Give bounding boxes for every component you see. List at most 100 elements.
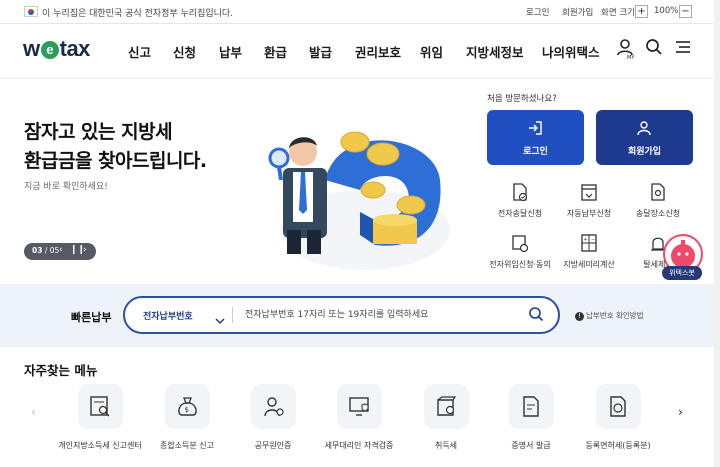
faq-item-certificate-issue[interactable]: 증명서 발급 (481, 384, 581, 451)
korea-flag-icon (24, 6, 38, 17)
service-tax-calculator[interactable]: + − 지방세미리계산 (549, 233, 629, 270)
nav-pay[interactable]: 납부 (219, 42, 242, 61)
gov-notice-bar: 이 누리집은 대한민국 공식 전자정부 누리집입니다. 로그인 회원가입 화면 … (0, 0, 720, 24)
document-check-icon (513, 183, 528, 202)
money-bag-icon: $ (177, 397, 197, 416)
faq-icon-box (595, 384, 641, 429)
login-button-label: 로그인 (523, 147, 548, 157)
monitor-shield-icon (348, 397, 369, 416)
faq-label: 공무원인증 (254, 441, 292, 450)
nav-rights[interactable]: 권리보호 (355, 42, 401, 61)
pay-number-input[interactable] (245, 306, 525, 324)
service-label: 전자위임신청·동의 (489, 260, 551, 269)
quick-pay-label: 빠른납부 (71, 311, 112, 324)
faq-prev-arrow-icon[interactable]: ‹ (31, 405, 36, 419)
faq-icon-box (250, 384, 296, 429)
service-delivery-place[interactable]: 송달장소신청 (618, 182, 698, 219)
faq-label: 개인지방소득세 신고센터 (58, 441, 142, 450)
faq-item-official-cert[interactable]: 공무원인증 (223, 384, 323, 451)
faq-item-registration-license-tax[interactable]: 등록면허세(등록분) (568, 384, 668, 451)
delegation-icon (512, 235, 529, 253)
nav-delegate[interactable]: 위임 (420, 42, 443, 61)
hero-banner: 잠자고 있는 지방세 환급금을 찾아드립니다. 지금 바로 확인하세요! 03 … (0, 80, 720, 284)
faq-label: 등록면허세(등록분) (585, 441, 651, 450)
util-signup-link[interactable]: 회원가입 (562, 6, 593, 18)
main-header: w e tax 신고 신청 납부 환급 발급 권리보호 위임 지방세정보 나의위택스… (0, 25, 720, 79)
logo-text-w: w (23, 36, 40, 61)
service-label: 자동납부신청 (566, 209, 612, 218)
svg-text:$: $ (184, 406, 188, 414)
faq-title: 자주찾는 메뉴 (24, 363, 98, 378)
service-auto-pay[interactable]: 자동납부신청 (549, 182, 629, 219)
faq-item-global-income[interactable]: $ 종합소득분 신고 (137, 384, 237, 451)
wetax-logo[interactable]: w e tax (23, 36, 90, 62)
faq-item-income-tax-center[interactable]: 개인지방소득세 신고센터 (50, 384, 150, 451)
official-person-icon (263, 397, 284, 417)
menu-icon[interactable] (674, 38, 694, 58)
zoom-in-button[interactable]: + (635, 5, 648, 18)
service-label: 전자송달신청 (497, 209, 543, 218)
util-login-link[interactable]: 로그인 (526, 6, 549, 18)
service-e-delivery[interactable]: 전자송달신청 (480, 182, 560, 219)
first-visit-question: 처음 방문하셨나요? (487, 94, 557, 104)
banner-pager: 03 / 05 ‹ ❙❙ › (24, 243, 96, 260)
service-e-delegation[interactable]: 전자위임신청·동의 (480, 233, 560, 270)
certificate-icon (522, 396, 539, 417)
nav-tax-info[interactable]: 지방세정보 (466, 42, 524, 61)
nav-apply[interactable]: 신청 (173, 42, 196, 61)
help-text: 납부번호 확인방법 (586, 311, 644, 320)
hero-title-line1: 잠자고 있는 지방세 (24, 121, 173, 143)
pager-next-icon[interactable]: › (83, 245, 87, 255)
pay-number-help-link[interactable]: ! 납부번호 확인방법 (575, 310, 644, 321)
search-icon[interactable] (645, 38, 665, 58)
logo-text-tax: tax (59, 36, 91, 61)
hero-subtitle: 지금 바로 확인하세요! (24, 182, 108, 192)
wetax-bot-label[interactable]: 위텍스봇 (662, 266, 702, 280)
svg-text:−: − (591, 237, 595, 243)
login-icon (529, 121, 542, 135)
faq-icon-box (423, 384, 469, 429)
quick-pay-section: 빠른납부 전자납부번호 !납부번호 확인방법 (0, 284, 720, 347)
signup-user-icon (637, 121, 651, 136)
service-label: 송달장소신청 (635, 209, 681, 218)
quick-pay-box: 전자납부번호 (123, 296, 560, 334)
pager-prev-icon[interactable]: ‹ (59, 245, 63, 255)
faq-label: 세무대리인 자격검증 (324, 441, 394, 450)
monitor-search-icon (89, 396, 109, 417)
zoom-level: 100% (654, 6, 679, 16)
signup-button-label: 회원가입 (627, 147, 662, 157)
zoom-out-button[interactable]: − (679, 5, 692, 18)
faq-label: 증명서 발급 (511, 441, 551, 450)
nav-report[interactable]: 신고 (128, 42, 151, 61)
faq-next-arrow-icon[interactable]: › (678, 405, 683, 419)
svg-text:MY: MY (627, 55, 635, 60)
faq-icon-box (336, 384, 382, 429)
my-user-icon[interactable]: MY (616, 38, 636, 61)
pager-count: 03 / 05 (32, 246, 60, 255)
refund-illustration (268, 131, 450, 270)
screen-size-label: 화면 크기 (601, 8, 635, 18)
logo-e-mark: e (40, 41, 59, 59)
nav-refund[interactable]: 환급 (264, 42, 287, 61)
pay-number-type-select[interactable]: 전자납부번호 (143, 309, 193, 322)
faq-item-tax-agent-verify[interactable]: 세무대리인 자격검증 (309, 384, 409, 451)
gov-notice-text: 이 누리집은 대한민국 공식 전자정부 누리집입니다. (42, 9, 234, 19)
svg-text:+: + (584, 237, 588, 243)
auto-pay-icon (581, 184, 597, 201)
box-icon (436, 396, 456, 416)
page-scrollbar[interactable] (714, 0, 720, 467)
nav-my-wetax[interactable]: 나의위택스 (542, 42, 600, 61)
faq-label: 종합소득분 신고 (159, 441, 215, 450)
signup-button[interactable]: 회원가입 (596, 110, 693, 165)
faq-icon-box (77, 384, 123, 429)
quick-search-icon[interactable] (528, 306, 544, 326)
login-button[interactable]: 로그인 (487, 110, 584, 165)
info-icon: ! (575, 312, 584, 321)
faq-icon-box: $ (164, 384, 210, 429)
nav-issue[interactable]: 발급 (309, 42, 332, 61)
hero-title: 잠자고 있는 지방세 환급금을 찾아드립니다. (24, 118, 207, 176)
divider (232, 307, 233, 323)
service-label: 지방세미리계산 (563, 260, 615, 269)
hero-title-line2: 환급금을 찾아드립니다. (24, 150, 207, 172)
chevron-down-icon[interactable] (215, 310, 225, 329)
